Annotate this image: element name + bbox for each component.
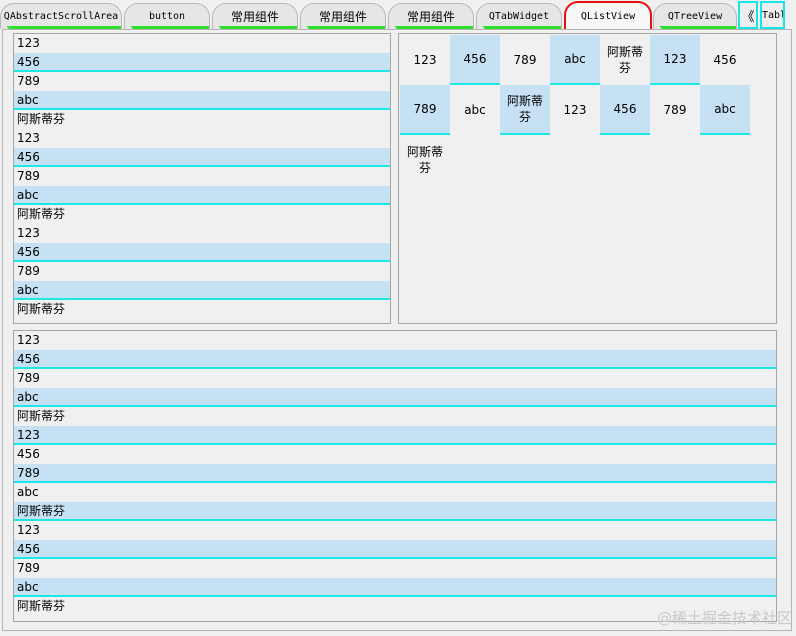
list-item[interactable]: abc <box>14 91 390 110</box>
list-bottom-items: 123 456 789 abc 阿斯蒂芬 123 456 789 abc 阿斯蒂芬 123 456 78… <box>14 331 776 616</box>
icon-list-item[interactable]: abc <box>450 85 500 135</box>
icon-list-item[interactable]: 阿斯蒂芬 <box>400 135 450 185</box>
list-left-items: 123 456 789 abc 阿斯蒂芬 123 456 789 abc 阿斯蒂芬 123 456 78… <box>14 34 390 319</box>
list-item[interactable]: abc <box>14 483 776 502</box>
list-item[interactable]: 123 <box>14 331 776 350</box>
list-item[interactable]: 456 <box>14 350 776 369</box>
tab-qtreeview[interactable]: QTreeView <box>653 3 737 29</box>
list-item[interactable]: abc <box>14 388 776 407</box>
list-item[interactable]: 阿斯蒂芬 <box>14 502 776 521</box>
list-item[interactable]: abc <box>14 578 776 597</box>
tab-qabstractscrollarea[interactable]: QAbstractScrollArea <box>0 3 122 29</box>
icon-list-item[interactable]: abc <box>550 35 600 85</box>
tab-page-qlistview: 123 456 789 abc 阿斯蒂芬 123 456 789 abc 阿斯蒂芬 123 456 78… <box>2 29 792 631</box>
list-item[interactable]: 456 <box>14 445 776 464</box>
icon-list-item[interactable]: 789 <box>500 35 550 85</box>
tab-qlistview[interactable]: QListView <box>564 1 652 29</box>
list-item[interactable]: abc <box>14 186 390 205</box>
list-item[interactable]: 123 <box>14 426 776 445</box>
list-view-left[interactable]: 123 456 789 abc 阿斯蒂芬 123 456 789 abc 阿斯蒂芬 123 456 78… <box>13 33 391 324</box>
icon-list-item[interactable]: 789 <box>650 85 700 135</box>
list-item[interactable]: 789 <box>14 167 390 186</box>
list-item[interactable]: 阿斯蒂芬 <box>14 110 390 129</box>
list-item[interactable]: 123 <box>14 129 390 148</box>
list-item[interactable]: 789 <box>14 559 776 578</box>
list-item[interactable]: 789 <box>14 464 776 483</box>
list-item[interactable]: 123 <box>14 521 776 540</box>
list-item[interactable]: 456 <box>14 243 390 262</box>
tab-label: QTreeView <box>667 11 723 22</box>
tab-label: QListView <box>580 10 636 22</box>
list-item[interactable]: 456 <box>14 148 390 167</box>
tab-qtableview-label-fragment: Table <box>762 9 783 21</box>
tab-label: QAbstractScrollArea <box>3 11 119 22</box>
icon-list-view[interactable]: 123 456 789 abc 阿斯蒂芬 123 456 789 abc 阿斯蒂芬 123 456 78… <box>398 33 777 324</box>
tab-qtabwidget[interactable]: QTabWidget <box>476 3 562 29</box>
icon-list-item[interactable]: 456 <box>600 85 650 135</box>
icon-list-item[interactable]: 789 <box>400 85 450 135</box>
list-view-bottom[interactable]: 123 456 789 abc 阿斯蒂芬 123 456 789 abc 阿斯蒂芬 123 456 78… <box>13 330 777 622</box>
list-item[interactable]: 123 <box>14 34 390 53</box>
list-item[interactable]: 阿斯蒂芬 <box>14 205 390 224</box>
icon-list-item[interactable]: 456 <box>450 35 500 85</box>
tab-label: QTabWidget <box>488 11 550 22</box>
tab-scroll-right-button[interactable]: Table <box>760 1 785 29</box>
tab-label: 常用组件 <box>406 10 455 24</box>
list-item[interactable]: 123 <box>14 224 390 243</box>
tab-scroll-left-button[interactable]: 《 <box>738 1 758 29</box>
list-item[interactable]: 789 <box>14 369 776 388</box>
tab-label: button <box>148 11 186 22</box>
list-item[interactable]: 阿斯蒂芬 <box>14 407 776 426</box>
icon-list-item[interactable]: 456 <box>700 35 750 85</box>
list-item[interactable]: 789 <box>14 262 390 281</box>
double-chevron-left-icon: 《 <box>741 9 755 25</box>
tab-label: 常用组件 <box>230 10 279 24</box>
icon-list-item[interactable]: 123 <box>650 35 700 85</box>
tab-button[interactable]: button <box>124 3 210 29</box>
tab-bar: QAbstractScrollArea button 常用组件 常用组件 常用组… <box>0 0 796 30</box>
list-item[interactable]: abc <box>14 281 390 300</box>
icon-list-item[interactable]: 阿斯蒂芬 <box>600 35 650 85</box>
list-item[interactable]: 456 <box>14 540 776 559</box>
list-item[interactable]: 789 <box>14 72 390 91</box>
icon-list-item[interactable]: 123 <box>400 35 450 85</box>
list-item[interactable]: 456 <box>14 53 390 72</box>
icon-list-item[interactable]: 阿斯蒂芬 <box>500 85 550 135</box>
tab-common-widgets-3[interactable]: 常用组件 <box>388 3 474 29</box>
icon-list-item[interactable]: abc <box>700 85 750 135</box>
tab-common-widgets-2[interactable]: 常用组件 <box>300 3 386 29</box>
tab-common-widgets-1[interactable]: 常用组件 <box>212 3 298 29</box>
list-item[interactable]: 阿斯蒂芬 <box>14 300 390 319</box>
tab-label: 常用组件 <box>318 10 367 24</box>
icon-list-item[interactable]: 123 <box>550 85 600 135</box>
watermark: @稀土掘金技术社区 <box>656 609 792 627</box>
